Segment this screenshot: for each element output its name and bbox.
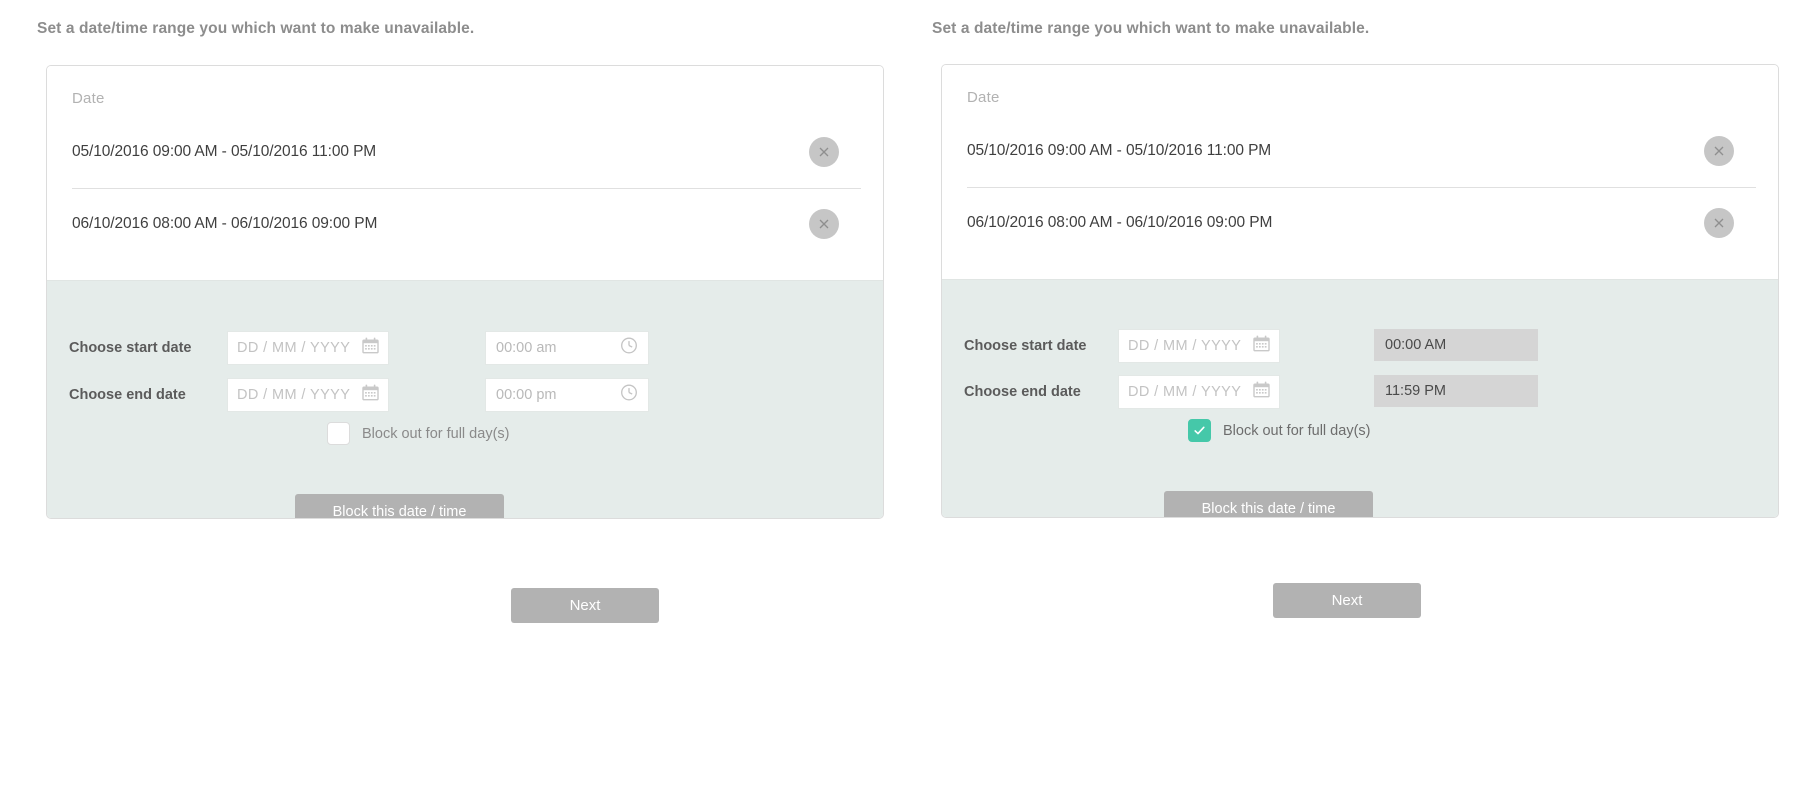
end-date-row: Choose end date DD / MM / YYYY xyxy=(942,375,1778,409)
blocked-list-right: Date 05/10/2016 09:00 AM - 05/10/2016 11… xyxy=(942,65,1778,279)
start-date-input[interactable]: DD / MM / YYYY xyxy=(1118,329,1280,363)
end-date-input[interactable]: DD / MM / YYYY xyxy=(227,378,389,412)
start-date-placeholder: DD / MM / YYYY xyxy=(237,340,351,356)
end-date-placeholder: DD / MM / YYYY xyxy=(237,387,351,403)
start-time-value: 00:00 AM xyxy=(1385,337,1447,353)
full-day-label: Block out for full day(s) xyxy=(1223,422,1371,439)
close-circle-icon[interactable] xyxy=(1704,136,1734,166)
full-day-checkbox-row-right[interactable]: Block out for full day(s) xyxy=(1188,419,1370,442)
end-date-row: Choose end date DD / MM / YYYY xyxy=(47,378,883,412)
start-date-row: Choose start date DD / MM / YYYY xyxy=(47,331,883,365)
full-day-label: Block out for full day(s) xyxy=(362,425,510,442)
calendar-icon[interactable] xyxy=(362,384,379,406)
blocked-range-text: 05/10/2016 09:00 AM - 05/10/2016 11:00 P… xyxy=(967,142,1272,159)
full-day-checkbox[interactable] xyxy=(327,422,350,445)
close-circle-icon[interactable] xyxy=(1704,208,1734,238)
clock-icon[interactable] xyxy=(620,337,638,360)
range-form-right: Choose start date DD / MM / YYYY 00:00 A… xyxy=(942,279,1778,517)
close-circle-icon[interactable] xyxy=(809,137,839,167)
block-date-time-button[interactable]: Block this date / time xyxy=(1164,491,1373,517)
end-date-input[interactable]: DD / MM / YYYY xyxy=(1118,375,1280,409)
calendar-icon[interactable] xyxy=(362,337,379,359)
page-root: Set a date/time range you which want to … xyxy=(0,0,1820,790)
full-day-checkbox[interactable] xyxy=(1188,419,1211,442)
calendar-icon[interactable] xyxy=(1253,381,1270,403)
table-row: 05/10/2016 09:00 AM - 05/10/2016 11:00 P… xyxy=(942,115,1778,187)
blocked-range-text: 05/10/2016 09:00 AM - 05/10/2016 11:00 P… xyxy=(72,143,377,160)
panel-right: Set a date/time range you which want to … xyxy=(910,0,1820,790)
blocked-list-left: Date 05/10/2016 09:00 AM - 05/10/2016 11… xyxy=(47,66,883,280)
start-date-input[interactable]: DD / MM / YYYY xyxy=(227,331,389,365)
table-row: 06/10/2016 08:00 AM - 06/10/2016 09:00 P… xyxy=(942,187,1778,259)
calendar-icon[interactable] xyxy=(1253,335,1270,357)
end-date-label: Choose end date xyxy=(964,384,1081,400)
start-date-label: Choose start date xyxy=(69,340,192,356)
start-date-row: Choose start date DD / MM / YYYY xyxy=(942,329,1778,363)
availability-card-left: Date 05/10/2016 09:00 AM - 05/10/2016 11… xyxy=(46,65,884,519)
next-button[interactable]: Next xyxy=(511,588,659,623)
start-date-placeholder: DD / MM / YYYY xyxy=(1128,338,1242,354)
intro-text-left: Set a date/time range you which want to … xyxy=(37,20,475,37)
block-date-time-button[interactable]: Block this date / time xyxy=(295,494,504,518)
panel-left: Set a date/time range you which want to … xyxy=(0,0,910,790)
table-row: 05/10/2016 09:00 AM - 05/10/2016 11:00 P… xyxy=(47,116,883,188)
blocked-range-text: 06/10/2016 08:00 AM - 06/10/2016 09:00 P… xyxy=(967,214,1273,231)
end-time-input[interactable]: 00:00 pm xyxy=(485,378,649,412)
close-circle-icon[interactable] xyxy=(809,209,839,239)
table-row: 06/10/2016 08:00 AM - 06/10/2016 09:00 P… xyxy=(47,188,883,260)
end-date-placeholder: DD / MM / YYYY xyxy=(1128,384,1242,400)
range-form-left: Choose start date DD / MM / YYYY 00:00 a… xyxy=(47,280,883,518)
date-column-header-right: Date xyxy=(967,89,1000,106)
end-date-label: Choose end date xyxy=(69,387,186,403)
next-button[interactable]: Next xyxy=(1273,583,1421,618)
date-column-header-left: Date xyxy=(72,90,105,107)
start-time-placeholder: 00:00 am xyxy=(496,340,557,356)
start-time-readonly: 00:00 AM xyxy=(1374,329,1538,361)
check-icon xyxy=(1194,426,1205,435)
end-time-placeholder: 00:00 pm xyxy=(496,387,557,403)
start-time-input[interactable]: 00:00 am xyxy=(485,331,649,365)
end-time-readonly: 11:59 PM xyxy=(1374,375,1538,407)
availability-card-right: Date 05/10/2016 09:00 AM - 05/10/2016 11… xyxy=(941,64,1779,518)
blocked-range-text: 06/10/2016 08:00 AM - 06/10/2016 09:00 P… xyxy=(72,215,378,232)
full-day-checkbox-row-left[interactable]: Block out for full day(s) xyxy=(327,422,509,445)
start-date-label: Choose start date xyxy=(964,338,1087,354)
clock-icon[interactable] xyxy=(620,384,638,407)
intro-text-right: Set a date/time range you which want to … xyxy=(932,20,1370,37)
end-time-value: 11:59 PM xyxy=(1385,383,1446,399)
